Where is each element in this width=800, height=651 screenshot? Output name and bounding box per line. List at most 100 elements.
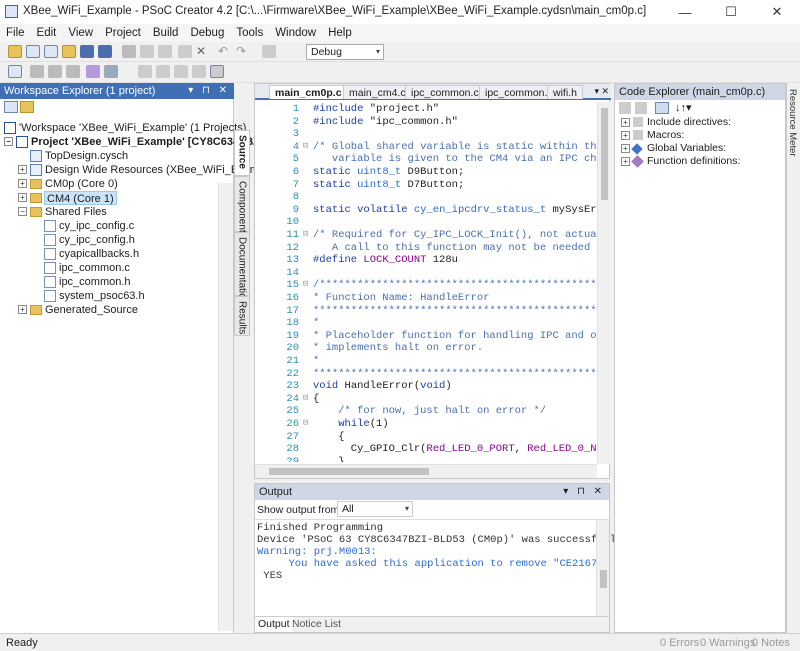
find-icon[interactable] (262, 45, 276, 58)
clean-icon[interactable] (30, 65, 44, 78)
code-line[interactable]: A call to this function may not be neede… (313, 242, 597, 254)
code-line[interactable]: * (313, 317, 319, 329)
build-icon[interactable] (8, 65, 22, 78)
align-left-icon[interactable] (138, 65, 152, 78)
expand-icon[interactable]: + (18, 193, 27, 202)
code-line[interactable]: * implements halt on error. (313, 342, 483, 354)
fold-icon[interactable]: ⊟ (303, 229, 308, 239)
warning-count[interactable]: 0 Warnings (700, 637, 755, 649)
chip-icon[interactable] (86, 65, 100, 78)
align-center-icon[interactable] (156, 65, 170, 78)
panel-controls[interactable]: ▾ ⊓ ✕ (563, 486, 605, 497)
cut-icon[interactable] (122, 45, 136, 58)
tab-ipc-common-c[interactable]: ipc_common.c (405, 85, 485, 99)
code-line[interactable]: static uint8_t D7Button; (313, 179, 464, 191)
minimize-button[interactable]: — (662, 0, 708, 24)
fold-icon[interactable]: ⊟ (303, 393, 308, 403)
tab-results[interactable]: Results (234, 296, 250, 336)
align-right-icon[interactable] (174, 65, 188, 78)
tab-main-cm4[interactable]: main_cm4.c (343, 85, 412, 99)
code-line[interactable]: { (313, 393, 319, 405)
workspace-scrollbar[interactable] (218, 183, 233, 631)
delete-icon[interactable]: ✕ (196, 45, 210, 58)
output-source-select[interactable]: All ▾ (337, 501, 413, 517)
paste-icon[interactable] (158, 45, 172, 58)
new-project-icon[interactable] (8, 45, 22, 58)
tab-close-controls[interactable]: ▾ ✕ (594, 86, 609, 97)
tab-documentation[interactable]: Documentation (234, 232, 250, 304)
code-line[interactable]: * Function Name: HandleError (313, 292, 489, 304)
expand-icon[interactable]: + (621, 144, 630, 153)
fold-icon[interactable]: ⊟ (303, 279, 308, 289)
maximize-button[interactable]: ☐ (708, 0, 754, 24)
code-line[interactable]: ****************************************… (313, 305, 597, 317)
menu-debug[interactable]: Debug (184, 27, 230, 39)
menu-build[interactable]: Build (147, 27, 185, 39)
new-file-icon[interactable] (26, 45, 40, 58)
code-line[interactable]: variable is given to the CM4 via an IPC … (313, 153, 597, 165)
scroll-thumb[interactable] (601, 108, 608, 200)
code-line[interactable]: } (313, 456, 344, 462)
menu-project[interactable]: Project (99, 27, 147, 39)
panel-controls[interactable]: ▾ ⊓ ✕ (188, 85, 230, 96)
sort-icon[interactable] (619, 102, 631, 114)
filter-icon[interactable] (635, 102, 647, 114)
collapse-icon[interactable]: − (4, 137, 13, 146)
fold-icon[interactable]: ⊟ (303, 418, 308, 428)
properties-icon[interactable] (4, 101, 18, 113)
menu-file[interactable]: File (0, 27, 31, 39)
notes-count[interactable]: 0 Notes (752, 637, 790, 649)
print-icon[interactable] (178, 45, 192, 58)
menu-tools[interactable]: Tools (230, 27, 269, 39)
expand-icon[interactable]: + (621, 131, 630, 140)
expand-icon[interactable]: + (18, 179, 27, 188)
scroll-thumb[interactable] (600, 570, 607, 588)
save-icon[interactable] (80, 45, 94, 58)
code-line[interactable]: static uint8_t D9Button; (313, 166, 464, 178)
code-line[interactable]: * (313, 355, 319, 367)
code-line[interactable]: { (313, 431, 344, 443)
copy-icon[interactable] (140, 45, 154, 58)
tab-output[interactable]: Output (255, 617, 293, 632)
editor-vertical-scrollbar[interactable] (597, 102, 610, 464)
code-line[interactable]: static volatile cy_en_ipcdrv_status_t my… (313, 204, 597, 216)
program-icon[interactable] (48, 65, 62, 78)
expand-icon[interactable]: + (18, 165, 27, 174)
code-line[interactable]: void HandleError(void) (313, 380, 452, 392)
code-area[interactable]: 1 #include "project.h" 2 #include "ipc_comm… (255, 102, 597, 462)
tab-wifi-h[interactable]: wifi.h (547, 85, 583, 99)
stop-icon[interactable] (104, 65, 118, 78)
code-line[interactable]: /* for now, just halt on error */ (313, 405, 546, 417)
error-count[interactable]: 0 Errors (660, 637, 699, 649)
code-line[interactable]: /* Global shared variable is static with… (313, 141, 597, 153)
save-all-icon[interactable] (98, 45, 112, 58)
tab-main-cm0p[interactable]: main_cm0p.c (269, 85, 348, 99)
sort-order-icon[interactable]: ↓↑▾ (675, 101, 692, 114)
fold-icon[interactable]: ⊟ (303, 141, 308, 151)
code-line[interactable]: Cy_GPIO_Clr(Red_LED_0_PORT, Red_LED_0_NU… (313, 443, 597, 455)
code-line[interactable]: #include "project.h" (313, 103, 439, 115)
code-line[interactable]: #define LOCK_COUNT 128u (313, 254, 458, 266)
menu-window[interactable]: Window (269, 27, 322, 39)
tab-source[interactable]: Source (234, 130, 250, 176)
add-file-icon[interactable] (44, 45, 58, 58)
resource-meter-tab[interactable]: Resource Meter (786, 83, 800, 633)
code-line[interactable]: while(1) (313, 418, 388, 430)
menu-help[interactable]: Help (322, 27, 358, 39)
editor-horizontal-scrollbar[interactable] (255, 464, 597, 478)
open-folder-icon[interactable] (62, 45, 76, 58)
collapse-icon[interactable]: − (18, 207, 27, 216)
code-line[interactable]: ****************************************… (313, 368, 597, 380)
undo-icon[interactable]: ↶ (218, 45, 232, 58)
code-line[interactable]: #include "ipc_common.h" (313, 116, 458, 128)
tab-components[interactable]: Components (234, 176, 250, 238)
window-layout-icon[interactable] (210, 65, 224, 78)
output-scrollbar[interactable] (596, 520, 609, 616)
code-line[interactable]: /* Required for Cy_IPC_LOCK_Init(), not … (313, 229, 597, 241)
code-line[interactable]: /***************************************… (313, 279, 597, 291)
code-line[interactable]: * Placeholder function for handling IPC … (313, 330, 597, 342)
debug-icon[interactable] (66, 65, 80, 78)
expand-icon[interactable]: + (18, 305, 27, 314)
redo-icon[interactable]: ↷ (236, 45, 250, 58)
h-scroll-thumb[interactable] (269, 468, 429, 475)
